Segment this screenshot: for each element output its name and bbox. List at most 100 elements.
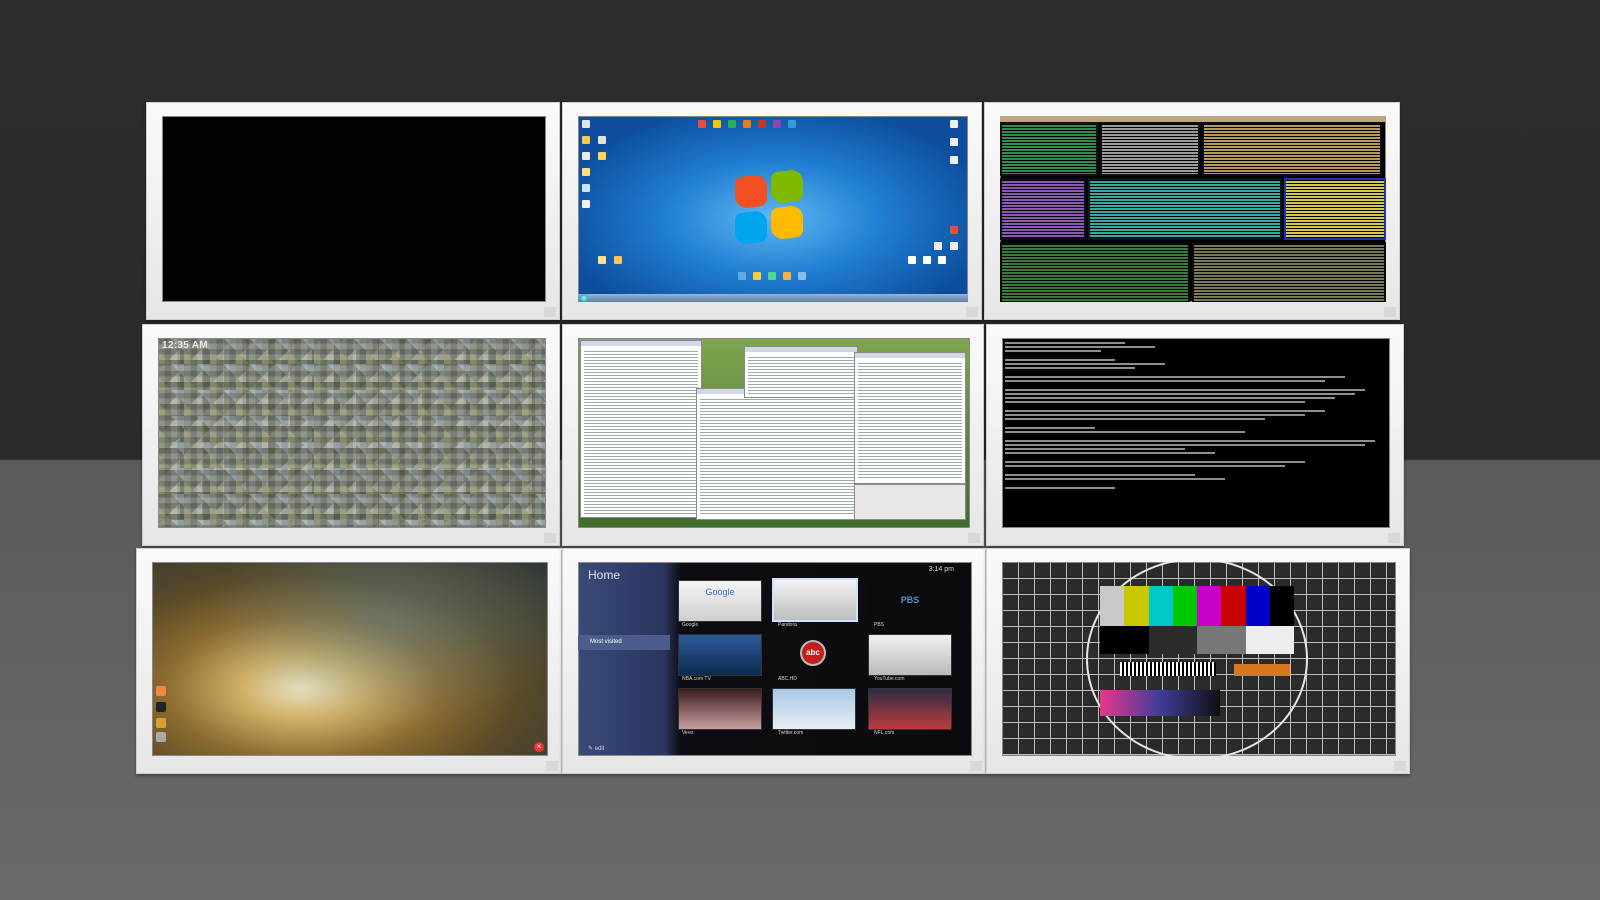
terminal-pane[interactable] — [1100, 122, 1200, 176]
desktop-icon[interactable] — [582, 184, 590, 192]
menu-item-most-visited[interactable]: Most visited — [578, 635, 670, 650]
color-bar — [1197, 586, 1222, 626]
color-bar — [1245, 586, 1270, 626]
panel-window[interactable] — [854, 484, 966, 520]
browser-window[interactable] — [744, 346, 858, 398]
screen-windows7-desktop[interactable] — [578, 116, 968, 302]
console-text-line — [1005, 414, 1305, 416]
desktop-icon[interactable] — [938, 256, 946, 264]
screen-lockscreen[interactable]: 12:35 AM — [158, 338, 546, 528]
browser-icon[interactable] — [156, 686, 166, 696]
console-text-line — [1005, 342, 1125, 344]
desktop-icon[interactable] — [738, 272, 746, 280]
monitor-apps[interactable] — [562, 324, 984, 546]
monitor-terminals[interactable] — [984, 102, 1400, 320]
desktop-icon[interactable] — [908, 256, 916, 264]
monitor-windows7[interactable] — [562, 102, 982, 320]
console-text-line — [1005, 359, 1115, 361]
terminal-pane[interactable] — [1284, 178, 1386, 240]
color-bar — [1269, 586, 1294, 626]
pbs-logo: PBS — [900, 595, 920, 605]
desktop-icon[interactable] — [783, 272, 791, 280]
screen-tiled-terminals[interactable] — [1000, 116, 1386, 302]
monitor-google-tv[interactable]: Home 3:14 pm Most visited ✎ edit Google … — [562, 548, 986, 774]
tile-vevo[interactable] — [678, 688, 762, 730]
terminal-pane[interactable] — [1192, 242, 1386, 302]
app-icon[interactable] — [156, 702, 166, 712]
tile-google[interactable]: Google — [678, 580, 762, 622]
monitor-console[interactable] — [986, 324, 1404, 546]
file-explorer-window[interactable] — [580, 340, 702, 518]
tile-pbs[interactable]: PBS — [868, 580, 952, 622]
desktop-icon[interactable] — [713, 120, 721, 128]
settings-icon[interactable] — [156, 732, 166, 742]
screen-google-tv-home[interactable]: Home 3:14 pm Most visited ✎ edit Google … — [578, 562, 972, 756]
desktop-icon[interactable] — [582, 152, 590, 160]
gray-bar — [1100, 626, 1149, 654]
monitor-test-pattern[interactable] — [986, 548, 1410, 774]
desktop-icon[interactable] — [923, 256, 931, 264]
code-editor-window[interactable] — [854, 352, 966, 484]
desktop-icon[interactable] — [728, 120, 736, 128]
desktop-icon[interactable] — [950, 226, 958, 234]
desktop-icon[interactable] — [950, 138, 958, 146]
terminal-pane[interactable] — [1000, 242, 1190, 302]
desktop-icon[interactable] — [582, 120, 590, 128]
monitor-android[interactable]: × — [136, 548, 562, 774]
menu-item[interactable] — [578, 620, 670, 635]
terminal-pane[interactable] — [1000, 178, 1086, 240]
desktop-icon[interactable] — [582, 200, 590, 208]
tile-twitter[interactable] — [772, 688, 856, 730]
desktop-icon[interactable] — [950, 120, 958, 128]
console-text-line — [1005, 427, 1095, 429]
edit-button[interactable]: ✎ edit — [588, 745, 604, 752]
desktop-icon[interactable] — [743, 120, 751, 128]
desktop-icon[interactable] — [698, 120, 706, 128]
console-text-line — [1005, 448, 1185, 450]
menu-item[interactable] — [578, 665, 670, 680]
screen-text-console[interactable] — [1002, 338, 1390, 528]
menu-item[interactable] — [578, 650, 670, 665]
desktop-icon[interactable] — [582, 136, 590, 144]
menu-item[interactable] — [578, 605, 670, 620]
terminal-pane[interactable] — [1088, 178, 1282, 240]
desktop-icon[interactable] — [950, 242, 958, 250]
terminal-pane[interactable] — [1202, 122, 1382, 176]
desktop-icon[interactable] — [798, 272, 806, 280]
desktop-icon[interactable] — [788, 120, 796, 128]
desktop-icon[interactable] — [950, 156, 958, 164]
desktop-icon[interactable] — [582, 168, 590, 176]
console-text-line — [1005, 367, 1135, 369]
desktop-icon[interactable] — [598, 136, 606, 144]
close-icon[interactable]: × — [534, 742, 544, 752]
monitor-foot — [966, 307, 978, 317]
tile-caption: PBS — [874, 622, 885, 628]
desktop-icon[interactable] — [758, 120, 766, 128]
app-icon[interactable] — [156, 718, 166, 728]
document-window[interactable] — [696, 388, 858, 520]
gray-bar — [1197, 626, 1246, 654]
screen-android-desktop[interactable]: × — [152, 562, 548, 756]
monitor-black[interactable] — [146, 102, 560, 320]
screen-windows-apps[interactable] — [578, 338, 970, 528]
menu-item[interactable] — [578, 590, 670, 605]
desktop-icon[interactable] — [773, 120, 781, 128]
monitor-foot — [1388, 533, 1400, 543]
tile-nba[interactable] — [678, 634, 762, 676]
desktop-icon[interactable] — [598, 152, 606, 160]
monitor-lockscreen[interactable]: 12:35 AM — [142, 324, 560, 546]
screen-test-pattern[interactable] — [1002, 562, 1396, 756]
terminal-pane[interactable] — [1000, 122, 1098, 176]
desktop-icon[interactable] — [934, 242, 942, 250]
desktop-icon[interactable] — [614, 256, 622, 264]
abc-logo[interactable]: abc — [800, 640, 826, 666]
start-button-icon[interactable] — [580, 294, 588, 302]
desktop-icon[interactable] — [753, 272, 761, 280]
tile-pandora[interactable] — [772, 578, 858, 622]
tile-nfl[interactable] — [868, 688, 952, 730]
desktop-icon[interactable] — [598, 256, 606, 264]
windows-taskbar[interactable] — [578, 294, 968, 302]
screen-black[interactable] — [162, 116, 546, 302]
desktop-icon[interactable] — [768, 272, 776, 280]
tile-youtube[interactable] — [868, 634, 952, 676]
